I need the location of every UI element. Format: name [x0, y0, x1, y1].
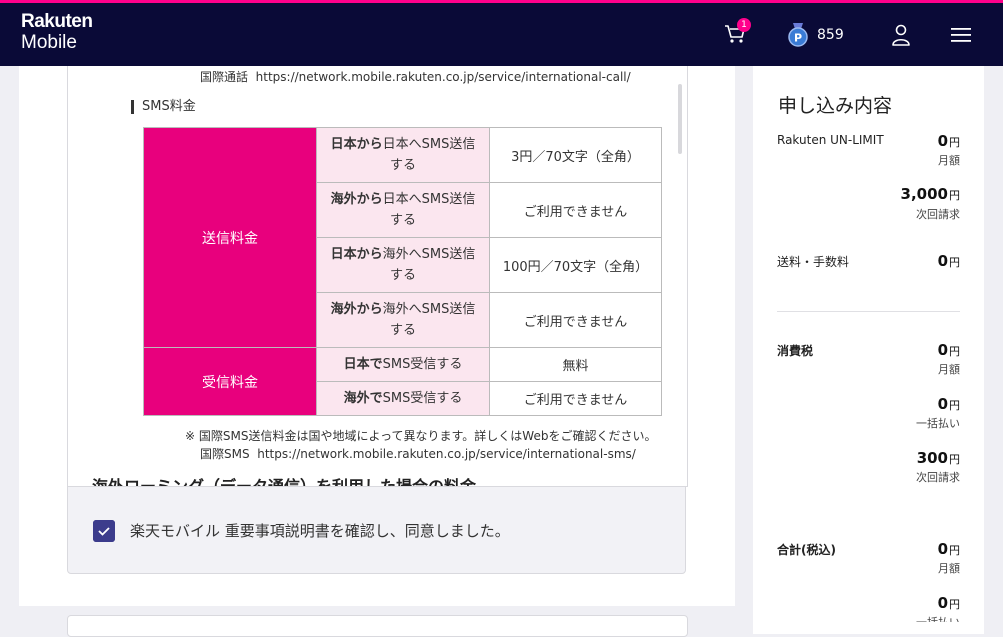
send-fee-category: 送信料金 [143, 127, 317, 348]
total-label: 合計(税込) [777, 543, 836, 557]
intl-call-line: 国際通話 https://network.mobile.rakuten.co.j… [200, 68, 631, 85]
table-row-header: 日本でSMS受信する [316, 347, 490, 382]
plan-next-label: 次回請求 [916, 208, 960, 221]
intl-sms-url[interactable]: https://network.mobile.rakuten.co.jp/ser… [257, 447, 636, 461]
document-scrollbar[interactable] [678, 84, 682, 154]
agreement-label[interactable]: 楽天モバイル 重要事項説明書を確認し、同意しました。 [130, 520, 510, 541]
tax-next-label: 次回請求 [916, 471, 960, 484]
next-section-card [67, 615, 688, 637]
user-account-icon[interactable] [891, 24, 911, 46]
intl-sms-line: 国際SMS https://network.mobile.rakuten.co.… [200, 445, 636, 462]
agreement-checkbox[interactable] [93, 520, 115, 542]
roaming-section-heading: 海外ローミング（データ通信）を利用した場合の料金 [92, 476, 476, 486]
intl-sms-label: 国際SMS [200, 447, 250, 461]
table-row-header: 海外でSMS受信する [316, 381, 490, 416]
tax-once-amount: 0円 [937, 395, 960, 413]
total-monthly-label: 月額 [938, 562, 960, 575]
fee-amount: 0円 [937, 252, 960, 270]
sms-fee-table: 送信料金 日本から日本へSMS送信 する 3円／70文字（全角） 海外から日本へS… [143, 127, 662, 416]
agreement-box: 楽天モバイル 重要事項説明書を確認し、同意しました。 [67, 486, 686, 574]
receive-fee-category: 受信料金 [143, 347, 317, 416]
tax-label: 消費税 [777, 344, 814, 358]
tax-monthly-label: 月額 [938, 363, 960, 376]
plan-monthly-amount: 0円 [937, 132, 960, 150]
table-row-header: 日本から日本へSMS送信 する [316, 127, 490, 183]
table-row-header: 海外から日本へSMS送信 する [316, 182, 490, 238]
plan-next-amount: 3,000円 [900, 185, 960, 203]
cart-count-badge: 1 [737, 18, 751, 32]
rakuten-mobile-logo[interactable]: Rakuten Mobile [21, 11, 93, 53]
tax-once-label: 一括払い [916, 417, 960, 430]
table-cell-value: 無料 [489, 347, 662, 382]
points-balance[interactable]: 859 [817, 27, 844, 43]
intl-call-label: 国際通話 [200, 70, 249, 84]
summary-title: 申し込み内容 [778, 95, 893, 117]
tax-monthly-amount: 0円 [937, 341, 960, 359]
total-once-amount: 0円 [937, 594, 960, 612]
top-navigation-bar: Rakuten Mobile [0, 0, 1003, 66]
plan-name: Rakuten UN-LIMIT [777, 133, 884, 147]
total-once-label: 一括払い [916, 614, 960, 622]
table-cell-value: ご利用できません [489, 381, 662, 416]
tax-next-amount: 300円 [916, 449, 960, 467]
logo-line2: Mobile [21, 32, 77, 53]
table-cell-value: 100円／70文字（全角） [489, 237, 662, 293]
table-cell-value: 3円／70文字（全角） [489, 127, 662, 183]
rakuten-points-icon[interactable]: P [787, 23, 809, 47]
table-row-header: 海外から海外へSMS送信 する [316, 292, 490, 348]
total-monthly-amount: 0円 [937, 540, 960, 558]
intl-call-url[interactable]: https://network.mobile.rakuten.co.jp/ser… [256, 70, 631, 84]
sms-note: ※ 国際SMS送信料金は国や地域によって異なります。詳しくはWebをご確認くださ… [185, 429, 657, 443]
summary-divider [777, 311, 960, 312]
table-cell-value: ご利用できません [489, 292, 662, 348]
logo-line1: Rakuten [21, 11, 93, 32]
fee-label: 送料・手数料 [777, 255, 850, 269]
svg-text:P: P [794, 32, 802, 45]
plan-monthly-label: 月額 [938, 154, 960, 167]
table-cell-value: ご利用できません [489, 182, 662, 238]
hamburger-menu-icon[interactable] [951, 27, 971, 43]
sms-fee-heading: SMS料金 [131, 100, 196, 114]
table-row-header: 日本から海外へSMS送信 する [316, 237, 490, 293]
